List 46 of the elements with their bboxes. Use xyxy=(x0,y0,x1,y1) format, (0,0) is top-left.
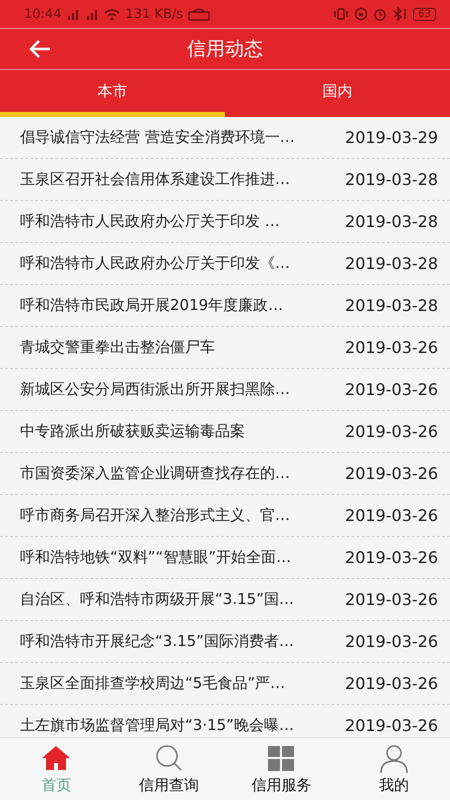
news-title[interactable]: 玉泉区召开社会信用体系建设工作推进… xyxy=(20,170,346,189)
news-title[interactable]: 土左旗市场监督管理局对“3·15”晚会曝… xyxy=(20,716,346,735)
news-date: 2019-03-26 xyxy=(345,422,438,441)
tab[interactable]: 国内 xyxy=(225,70,450,117)
news-date: 2019-03-26 xyxy=(345,464,438,483)
news-title[interactable]: 玉泉区全面排查学校周边“5毛食品”严… xyxy=(20,674,346,693)
news-date: 2019-03-26 xyxy=(345,548,438,567)
news-title[interactable]: 呼和浩特地铁“双料”“智慧眼”开始全面… xyxy=(20,548,346,567)
person-icon xyxy=(378,743,410,775)
news-title[interactable]: 自治区、呼和浩特市两级开展“3.15”国… xyxy=(20,590,346,609)
news-date: 2019-03-28 xyxy=(345,212,438,231)
status-time: 10:44 xyxy=(24,6,62,22)
news-date: 2019-03-26 xyxy=(345,716,438,735)
page-title: 信用动态 xyxy=(187,37,263,62)
nav-tab[interactable]: 信用服务 xyxy=(225,738,338,800)
news-date: 2019-03-28 xyxy=(345,170,438,189)
news-title[interactable]: 青城交警重拳出击整治僵尸车 xyxy=(20,338,346,357)
news-title[interactable]: 呼和浩特市人民政府办公厅关于印发《… xyxy=(20,254,346,273)
news-date: 2019-03-26 xyxy=(345,338,438,357)
news-date: 2019-03-29 xyxy=(345,128,438,147)
network-speed: 131 KB/s xyxy=(125,6,184,22)
news-date: 2019-03-26 xyxy=(345,380,438,399)
news-title[interactable]: 倡导诚信守法经营 营造安全消费环境一… xyxy=(20,128,346,147)
news-title[interactable]: 呼和浩特市人民政府办公厅关于印发 … xyxy=(20,212,346,231)
battery-icon: 63 xyxy=(413,8,436,20)
nav-tab[interactable]: 信用查询 xyxy=(112,738,225,800)
news-title[interactable]: 呼和浩特市开展纪念“3.15”国际消费者… xyxy=(20,632,346,651)
wifi-icon xyxy=(104,8,120,20)
news-date: 2019-03-26 xyxy=(345,506,438,525)
news-title[interactable]: 新城区公安分局西街派出所开展扫黑除… xyxy=(20,380,346,399)
back-button[interactable] xyxy=(28,38,52,60)
news-date: 2019-03-28 xyxy=(345,296,438,315)
bluetooth-icon xyxy=(392,7,408,21)
news-title[interactable]: 中专路派出所破获贩卖运输毒品案 xyxy=(20,422,346,441)
news-title[interactable]: 呼市商务局召开深入整治形式主义、官… xyxy=(20,506,346,525)
news-date: 2019-03-26 xyxy=(345,674,438,693)
alarm-icon xyxy=(373,7,388,21)
news-date: 2019-03-28 xyxy=(345,254,438,273)
signal-icon xyxy=(66,8,80,20)
news-title[interactable]: 市国资委深入监管企业调研查找存在的… xyxy=(20,464,346,483)
signal-icon xyxy=(85,8,100,20)
vibrate-icon xyxy=(333,7,350,21)
news-title[interactable]: 呼和浩特市民政局开展2019年度廉政… xyxy=(20,296,346,315)
news-date: 2019-03-26 xyxy=(345,590,438,609)
news-date: 2019-03-26 xyxy=(345,632,438,651)
nav-tab[interactable]: 我的 xyxy=(338,738,450,800)
